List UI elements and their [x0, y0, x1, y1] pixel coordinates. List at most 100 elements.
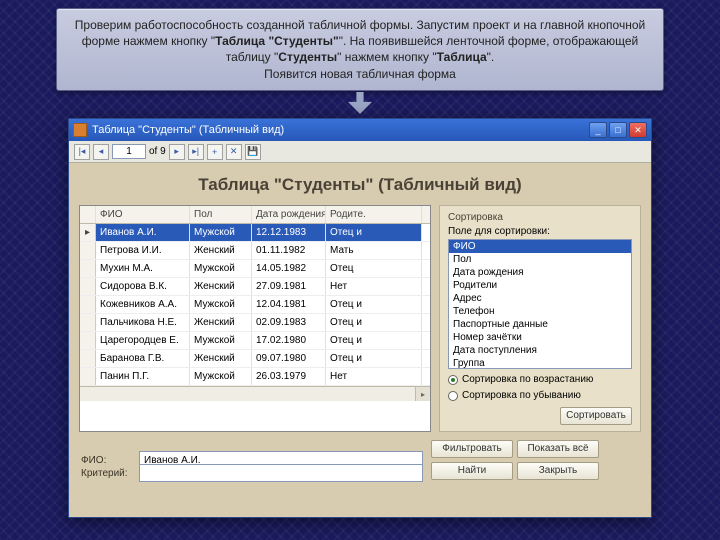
nav-position-input[interactable]: [112, 144, 146, 159]
sort-field-list[interactable]: ФИОПолДата рожденияРодителиАдресТелефонП…: [448, 239, 632, 369]
sort-field-option[interactable]: Дата поступления: [449, 344, 631, 357]
cell-gender[interactable]: Женский: [190, 278, 252, 295]
cell-birth[interactable]: 02.09.1983: [252, 314, 326, 331]
table-row[interactable]: Мухин М.А.Мужской14.05.1982Отец: [80, 260, 430, 278]
cell-parent[interactable]: Отец и: [326, 350, 422, 367]
cell-parent[interactable]: Отец: [326, 260, 422, 277]
cell-birth[interactable]: 14.05.1982: [252, 260, 326, 277]
cell-birth[interactable]: 17.02.1980: [252, 332, 326, 349]
table-row[interactable]: Панин П.Г.Мужской26.03.1979Нет: [80, 368, 430, 386]
cell-parent[interactable]: Отец и: [326, 332, 422, 349]
sort-desc-radio[interactable]: Сортировка по убыванию: [448, 390, 632, 401]
cell-name[interactable]: Панин П.Г.: [96, 368, 190, 385]
col-header-parent[interactable]: Родите.: [326, 206, 422, 223]
sort-button[interactable]: Сортировать: [560, 407, 632, 425]
cell-parent[interactable]: Отец и: [326, 296, 422, 313]
minimize-button[interactable]: _: [589, 122, 607, 138]
instruction-bold-3: Таблица: [437, 50, 487, 64]
cell-gender[interactable]: Женский: [190, 242, 252, 259]
nav-first-button[interactable]: |◂: [74, 144, 90, 160]
cell-parent[interactable]: Отец и: [326, 224, 422, 241]
cell-gender[interactable]: Мужской: [190, 296, 252, 313]
sort-asc-radio[interactable]: Сортировка по возрастанию: [448, 374, 632, 385]
cell-parent[interactable]: Мать: [326, 242, 422, 259]
row-selector-icon: [80, 260, 96, 277]
cell-gender[interactable]: Мужской: [190, 368, 252, 385]
students-table: ФИО Пол Дата рождения Родите. ▸Иванов А.…: [79, 205, 431, 432]
scroll-right-icon[interactable]: ▸: [415, 387, 430, 401]
radio-unchecked-icon: [448, 391, 458, 401]
instruction-text-5: " нажмем кнопку ": [337, 50, 436, 64]
cell-name[interactable]: Сидорова В.К.: [96, 278, 190, 295]
sort-field-option[interactable]: Адрес: [449, 292, 631, 305]
cell-parent[interactable]: Отец и: [326, 314, 422, 331]
cell-name[interactable]: Мухин М.А.: [96, 260, 190, 277]
maximize-button[interactable]: □: [609, 122, 627, 138]
cell-parent[interactable]: Нет: [326, 368, 422, 385]
nav-save-button[interactable]: 💾: [245, 144, 261, 160]
filter-button[interactable]: Фильтровать: [431, 440, 513, 458]
criteria-input[interactable]: [139, 464, 423, 482]
cell-gender[interactable]: Мужской: [190, 224, 252, 241]
record-navigator: |◂ ◂ of 9 ▸ ▸| + ✕ 💾: [69, 141, 651, 163]
sort-field-option[interactable]: Родители: [449, 279, 631, 292]
instruction-text-6: ".: [487, 50, 495, 64]
row-selector-icon: ▸: [80, 224, 96, 241]
cell-name[interactable]: Пальчикова Н.Е.: [96, 314, 190, 331]
col-header-birth[interactable]: Дата рождения: [252, 206, 326, 223]
radio-checked-icon: [448, 375, 458, 385]
nav-add-button[interactable]: +: [207, 144, 223, 160]
row-selector-icon: [80, 296, 96, 313]
cell-name[interactable]: Петрова И.И.: [96, 242, 190, 259]
instruction-panel: Проверим работоспособность созданной таб…: [56, 8, 664, 91]
table-row[interactable]: Царегородцев Е.Мужской17.02.1980Отец и: [80, 332, 430, 350]
row-selector-icon: [80, 332, 96, 349]
cell-gender[interactable]: Мужской: [190, 332, 252, 349]
sort-field-option[interactable]: Группа: [449, 357, 631, 369]
cell-birth[interactable]: 26.03.1979: [252, 368, 326, 385]
cell-birth[interactable]: 09.07.1980: [252, 350, 326, 367]
col-header-gender[interactable]: Пол: [190, 206, 252, 223]
instruction-bold-1: Таблица "Студенты": [215, 34, 339, 48]
cell-name[interactable]: Кожевников А.А.: [96, 296, 190, 313]
sort-field-option[interactable]: Телефон: [449, 305, 631, 318]
sort-field-option[interactable]: Пол: [449, 253, 631, 266]
cell-birth[interactable]: 27.09.1981: [252, 278, 326, 295]
nav-prev-button[interactable]: ◂: [93, 144, 109, 160]
col-header-name[interactable]: ФИО: [96, 206, 190, 223]
cell-name[interactable]: Иванов А.И.: [96, 224, 190, 241]
cell-birth[interactable]: 12.12.1983: [252, 224, 326, 241]
cell-gender[interactable]: Мужской: [190, 260, 252, 277]
cell-name[interactable]: Царегородцев Е.: [96, 332, 190, 349]
cell-parent[interactable]: Нет: [326, 278, 422, 295]
table-footer: ▸: [80, 386, 430, 401]
table-header: ФИО Пол Дата рождения Родите.: [80, 206, 430, 224]
cell-gender[interactable]: Женский: [190, 350, 252, 367]
table-row[interactable]: Пальчикова Н.Е.Женский02.09.1983Отец и: [80, 314, 430, 332]
cell-birth[interactable]: 01.11.1982: [252, 242, 326, 259]
sort-field-option[interactable]: ФИО: [449, 240, 631, 253]
criteria-label: Критерий:: [81, 468, 131, 479]
nav-last-button[interactable]: ▸|: [188, 144, 204, 160]
nav-delete-button[interactable]: ✕: [226, 144, 242, 160]
table-row[interactable]: Сидорова В.К.Женский27.09.1981Нет: [80, 278, 430, 296]
sort-field-option[interactable]: Паспортные данные: [449, 318, 631, 331]
table-row[interactable]: Петрова И.И.Женский01.11.1982Мать: [80, 242, 430, 260]
row-selector-icon: [80, 278, 96, 295]
sort-field-option[interactable]: Дата рождения: [449, 266, 631, 279]
sort-field-option[interactable]: Номер зачётки: [449, 331, 631, 344]
cell-birth[interactable]: 12.04.1981: [252, 296, 326, 313]
sort-group-label: Сортировка: [448, 212, 632, 223]
page-title: Таблица "Студенты" (Табличный вид): [69, 163, 651, 205]
show-all-button[interactable]: Показать всё: [517, 440, 599, 458]
cell-name[interactable]: Баранова Г.В.: [96, 350, 190, 367]
sort-asc-label: Сортировка по возрастанию: [462, 374, 593, 385]
table-row[interactable]: Кожевников А.А.Мужской12.04.1981Отец и: [80, 296, 430, 314]
close-window-button[interactable]: ✕: [629, 122, 647, 138]
window-title: Таблица "Студенты" (Табличный вид): [92, 124, 589, 136]
instruction-text-7: Появится новая табличная форма: [264, 67, 456, 81]
nav-next-button[interactable]: ▸: [169, 144, 185, 160]
table-row[interactable]: ▸Иванов А.И.Мужской12.12.1983Отец и: [80, 224, 430, 242]
table-row[interactable]: Баранова Г.В.Женский09.07.1980Отец и: [80, 350, 430, 368]
cell-gender[interactable]: Женский: [190, 314, 252, 331]
